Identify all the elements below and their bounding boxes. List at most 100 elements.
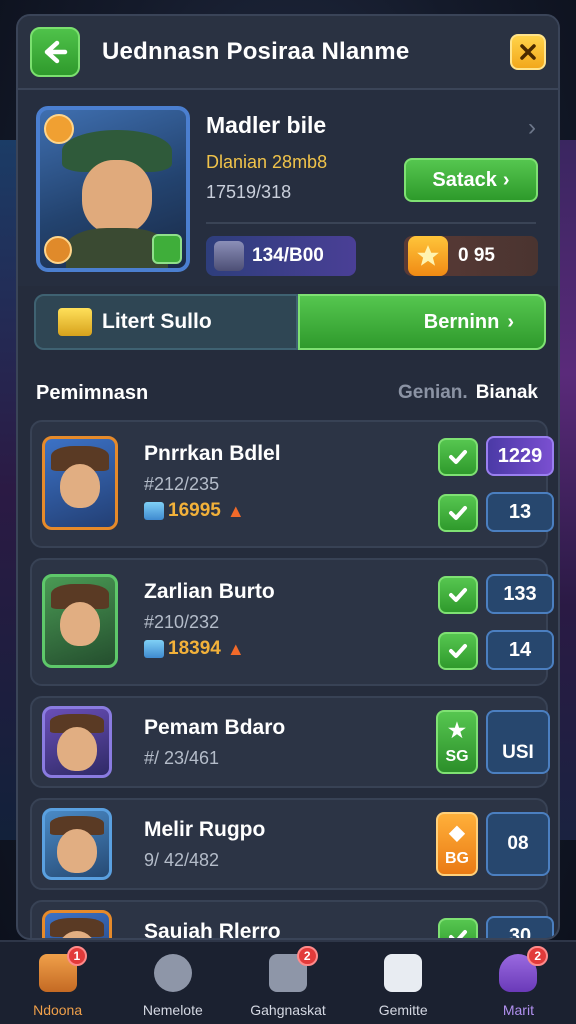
value-badge: 1229 (486, 436, 554, 476)
hero-avatar (42, 706, 112, 778)
clover-badge-icon (152, 234, 182, 264)
hero-power: 16995 ▲ (144, 500, 245, 522)
profile-id: 17519/318 (206, 182, 292, 202)
value-badge: 13 (486, 492, 554, 532)
nav-label: Nemelote (142, 1002, 203, 1018)
close-icon (520, 44, 536, 60)
column-header-bianak[interactable]: Bianak (476, 382, 546, 404)
power-icon (144, 502, 164, 520)
value-badge: 14 (486, 630, 554, 670)
chevron-right-icon: › (507, 310, 514, 333)
status-tile-label: SG (445, 748, 469, 765)
check-button[interactable] (438, 494, 478, 532)
check-icon (449, 450, 467, 464)
nav-label: Gemitte (378, 1002, 428, 1018)
hero-list: Pnrrkan Bdlel #212/235 16995 ▲ 1229 13 Z… (30, 420, 554, 940)
tab-litert-sullo[interactable]: Litert Sullo (34, 294, 298, 350)
list-item[interactable]: Pnrrkan Bdlel #212/235 16995 ▲ 1229 13 (30, 420, 554, 548)
nav-item-messages[interactable]: 2 Gahgnaskat (230, 942, 345, 1024)
value-box[interactable]: USI (486, 710, 550, 774)
action-row: Litert Sullo Berninn › (34, 294, 546, 350)
tab-berninn[interactable]: Berninn › (298, 294, 546, 350)
star-stat-value: 0 95 (458, 245, 495, 266)
list-item[interactable]: Melir Rugpo 9/ 42/482 ◆ BG 08 (30, 798, 550, 890)
nav-item-market[interactable]: 2 Marit (461, 942, 576, 1024)
divider (206, 222, 536, 224)
profile-subtitle: Dlanian 28mb8 (206, 152, 328, 172)
value-badge: 30 (486, 916, 554, 938)
status-tile-label: BG (445, 850, 469, 867)
class-badge-icon (44, 236, 72, 264)
hero-portrait[interactable] (36, 106, 190, 272)
diamond-icon: ◆ (449, 822, 465, 844)
nav-label: Ndoona (33, 1002, 83, 1018)
value-badge: 133 (486, 574, 554, 614)
star-stat: 0 95 (404, 236, 538, 276)
column-header-genian[interactable]: Genian. (398, 382, 468, 404)
check-button[interactable] (438, 632, 478, 670)
nav-item-game[interactable]: Gemitte (346, 942, 461, 1024)
attack-button[interactable]: Satack › (404, 158, 538, 202)
close-button[interactable] (510, 34, 546, 70)
camera-icon (153, 954, 192, 992)
star-icon: ★ (448, 720, 466, 742)
hero-name: Zarlian Burto (144, 580, 275, 603)
tab-right-label: Berninn (423, 310, 500, 333)
tab-left-label: Litert Sullo (102, 310, 212, 333)
nav-label: Marit (502, 1002, 534, 1018)
nav-item-home[interactable]: 1 Ndoona (0, 942, 115, 1024)
nav-item-camera[interactable]: Nemelote (115, 942, 230, 1024)
check-icon (449, 588, 467, 602)
check-button[interactable] (438, 576, 478, 614)
troop-stat-value: 134/B00 (252, 245, 324, 266)
dice-icon (384, 954, 423, 992)
bottom-navigation: 1 Ndoona Nemelote 2 Gahgnaskat Gemitte 2… (0, 940, 576, 1024)
status-tile[interactable]: ◆ BG (436, 812, 478, 876)
level-badge-icon (44, 114, 74, 144)
value-box[interactable]: 08 (486, 812, 550, 876)
check-icon (449, 506, 467, 520)
status-tile[interactable]: ★ SG (436, 710, 478, 774)
hero-name: Pnrrkan Bdlel (144, 442, 281, 465)
notification-badge: 2 (296, 946, 318, 966)
hero-power-value: 18394 (168, 638, 221, 659)
list-item[interactable]: Pemam Bdaro #/ 23/461 ★ SG USI (30, 696, 550, 788)
hero-name: Sauiah Rlerro (144, 920, 281, 940)
notification-badge: 2 (527, 946, 549, 966)
star-icon (408, 236, 448, 276)
hero-id: #/ 23/461 (144, 748, 220, 768)
hero-avatar (42, 574, 118, 668)
hero-power-value: 16995 (168, 500, 221, 521)
back-button[interactable] (30, 27, 80, 77)
nav-label: Gahgnaskat (250, 1002, 326, 1018)
hero-id: #210/232 (144, 612, 220, 632)
chevron-right-icon[interactable]: › (528, 114, 536, 142)
hero-name: Melir Rugpo (144, 818, 266, 841)
list-header: Pemimnasn Genian. Bianak (34, 378, 546, 408)
main-panel: Uednnasn Posiraa Nlanme Madler bile Dlan… (16, 14, 560, 940)
value-box-label: USI (502, 742, 534, 763)
warning-icon: ▲ (226, 638, 245, 659)
hero-avatar (42, 910, 112, 938)
page-title: Uednnasn Posiraa Nlanme (102, 38, 410, 65)
hero-avatar (42, 808, 112, 880)
check-button[interactable] (438, 918, 478, 938)
list-item[interactable]: Zarlian Burto #210/232 18394 ▲ 133 14 (30, 558, 554, 686)
chevron-right-icon: › (502, 168, 510, 191)
hero-avatar (42, 436, 118, 530)
check-icon (449, 930, 467, 938)
troop-stat: 134/B00 (206, 236, 356, 276)
arrow-left-icon (44, 40, 68, 64)
check-button[interactable] (438, 438, 478, 476)
warning-icon: ▲ (226, 500, 245, 521)
list-item[interactable]: Sauiah Rlerro 30 (30, 900, 554, 940)
notification-badge: 1 (66, 946, 88, 966)
hero-name: Pemam Bdaro (144, 716, 286, 739)
coins-icon (58, 308, 92, 336)
hero-id: 9/ 42/482 (144, 850, 220, 870)
hero-power: 18394 ▲ (144, 638, 245, 660)
profile-card[interactable]: Madler bile Dlanian 28mb8 17519/318 › Sa… (18, 90, 558, 286)
value-box-label: 08 (507, 833, 529, 854)
unit-icon (214, 241, 244, 271)
profile-name: Madler bile (206, 112, 327, 138)
